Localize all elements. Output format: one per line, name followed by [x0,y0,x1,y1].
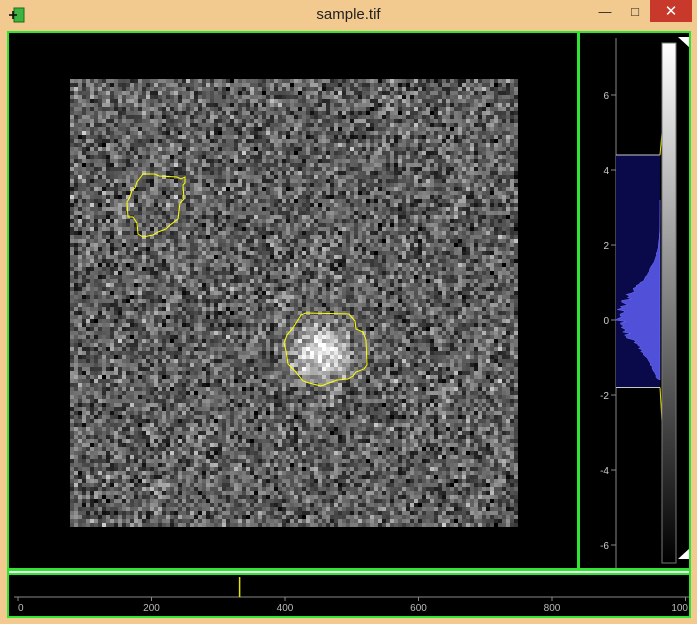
timeline-axis[interactable]: 0 200 400 600 800 100 [9,571,689,616]
y-tick-label: 0 [603,316,609,327]
title-bar[interactable]: sample.tif — □ ✕ [0,0,697,31]
histogram-chart[interactable]: 6 4 2 0 -2 -4 -6 [580,33,689,568]
maximize-button[interactable]: □ [620,0,650,22]
timeline-tick-label: 100 [671,603,688,614]
roi-outline-1[interactable] [126,173,186,238]
timeline-tick-label: 0 [18,603,24,614]
roi-overlay [126,173,368,387]
min-level-handle[interactable] [678,548,689,559]
roi-outline-2[interactable] [283,312,368,387]
y-tick-label: -4 [600,466,609,477]
y-tick-label: -6 [600,541,609,552]
max-level-handle[interactable] [678,37,689,48]
timeline-scroll-bar[interactable] [7,569,691,575]
y-tick-label: 4 [603,166,609,177]
timeline-tick-label: 200 [143,603,160,614]
minimize-button[interactable]: — [590,0,620,22]
y-tick-label: -2 [600,391,609,402]
timeline-panel[interactable]: 0 200 400 600 800 100 [7,569,691,618]
y-tick-label: 6 [603,91,609,102]
y-tick-label: 2 [603,241,609,252]
timeline-tick-label: 400 [277,603,294,614]
timeline-tick-label: 800 [544,603,561,614]
timeline-tick-label: 600 [410,603,427,614]
colormap-gradient[interactable] [661,42,677,564]
histogram-panel[interactable]: 6 4 2 0 -2 -4 -6 [578,31,691,570]
close-button[interactable]: ✕ [650,0,692,22]
image-viewport[interactable] [7,31,579,570]
